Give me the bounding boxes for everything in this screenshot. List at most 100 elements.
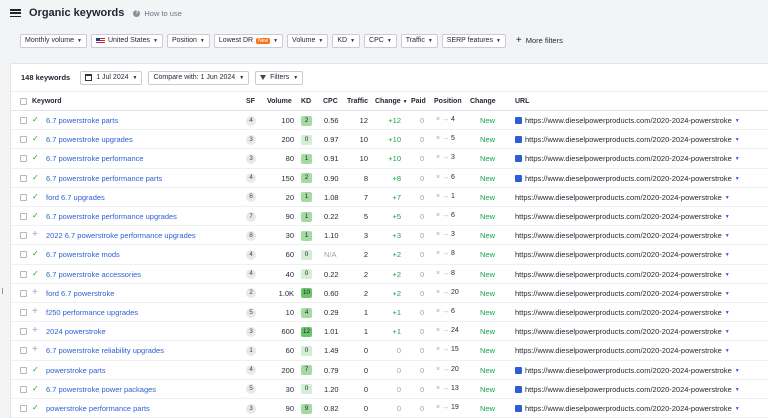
chevron-down-icon[interactable]: ▼ — [735, 137, 740, 143]
serp-features-count[interactable]: 4 — [246, 115, 256, 126]
checkmark-icon[interactable]: ✓ — [32, 115, 39, 124]
filter-chip[interactable]: Lowest DR New ▼ — [213, 33, 284, 48]
row-checkbox[interactable] — [20, 155, 27, 163]
keyword-link[interactable]: ford 6.7 upgrades — [46, 193, 105, 202]
serp-features-count[interactable]: 3 — [246, 153, 256, 164]
chevron-down-icon[interactable]: ▼ — [735, 156, 740, 162]
chevron-down-icon[interactable]: ▼ — [735, 368, 740, 374]
keyword-link[interactable]: 6.7 powerstroke mods — [46, 250, 120, 259]
serp-features-count[interactable]: 4 — [246, 365, 256, 376]
keyword-link[interactable]: 6.7 powerstroke accessories — [46, 270, 141, 279]
checkmark-icon[interactable]: ✓ — [32, 269, 39, 278]
url-link[interactable]: https://www.dieselpowerproducts.com/2020… — [515, 270, 730, 279]
url-link[interactable]: https://www.dieselpowerproducts.com/2020… — [515, 385, 740, 394]
filter-chip[interactable]: Position ▼ — [166, 33, 210, 48]
filter-chip[interactable]: KD ▼ — [332, 33, 361, 48]
url-link[interactable]: https://www.dieselpowerproducts.com/2020… — [515, 154, 740, 163]
col-traffic[interactable]: Traffic — [347, 98, 368, 105]
serp-features-count[interactable]: 4 — [246, 269, 256, 280]
chevron-down-icon[interactable]: ▼ — [725, 272, 730, 278]
add-icon[interactable]: + — [32, 287, 38, 298]
keyword-link[interactable]: powerstroke performance parts — [46, 404, 150, 413]
keyword-link[interactable]: 6.7 powerstroke power packages — [46, 385, 156, 394]
chevron-down-icon[interactable]: ▼ — [725, 195, 730, 201]
chevron-down-icon[interactable]: ▼ — [735, 176, 740, 182]
add-icon[interactable]: + — [32, 325, 38, 336]
checkmark-icon[interactable]: ✓ — [32, 365, 39, 374]
url-link[interactable]: https://www.dieselpowerproducts.com/2020… — [515, 174, 740, 183]
keyword-link[interactable]: f250 performance upgrades — [46, 308, 138, 317]
chevron-down-icon[interactable]: ▼ — [725, 252, 730, 258]
url-link[interactable]: https://www.dieselpowerproducts.com/2020… — [515, 346, 730, 355]
serp-features-count[interactable]: 6 — [246, 192, 256, 203]
serp-features-count[interactable]: 3 — [246, 134, 256, 145]
scroll-handle[interactable] — [2, 288, 3, 294]
col-position[interactable]: Position — [434, 98, 462, 105]
serp-features-count[interactable]: 4 — [246, 249, 256, 260]
chevron-down-icon[interactable]: ▼ — [725, 348, 730, 354]
row-checkbox[interactable] — [20, 136, 27, 144]
serp-features-count[interactable]: 3 — [246, 326, 256, 337]
chevron-down-icon[interactable]: ▼ — [725, 310, 730, 316]
col-cpc[interactable]: CPC — [323, 98, 338, 105]
row-checkbox[interactable] — [20, 366, 27, 374]
select-all-checkbox[interactable] — [20, 98, 27, 105]
checkmark-icon[interactable]: ✓ — [32, 173, 39, 182]
chevron-down-icon[interactable]: ▼ — [725, 214, 730, 220]
url-link[interactable]: https://www.dieselpowerproducts.com/2020… — [515, 366, 740, 375]
checkmark-icon[interactable]: ✓ — [32, 211, 39, 220]
filters-button[interactable]: Filters ▼ — [255, 70, 304, 85]
url-link[interactable]: https://www.dieselpowerproducts.com/2020… — [515, 404, 740, 413]
row-checkbox[interactable] — [20, 251, 27, 259]
serp-features-count[interactable]: 5 — [246, 384, 256, 395]
checkmark-icon[interactable]: ✓ — [32, 384, 39, 393]
col-url[interactable]: URL — [515, 98, 529, 105]
url-link[interactable]: https://www.dieselpowerproducts.com/2020… — [515, 327, 730, 336]
chevron-down-icon[interactable]: ▼ — [735, 406, 740, 412]
row-checkbox[interactable] — [20, 385, 27, 393]
keyword-link[interactable]: 6.7 powerstroke performance upgrades — [46, 212, 177, 221]
url-link[interactable]: https://www.dieselpowerproducts.com/2020… — [515, 231, 730, 240]
serp-features-count[interactable]: 1 — [246, 345, 256, 356]
col-volume[interactable]: Volume — [267, 98, 292, 105]
col-change-status[interactable]: Change — [470, 98, 496, 105]
col-change[interactable]: Change ▼ — [375, 98, 408, 105]
checkmark-icon[interactable]: ✓ — [32, 249, 39, 258]
col-sf[interactable]: SF — [246, 98, 255, 105]
url-link[interactable]: https://www.dieselpowerproducts.com/2020… — [515, 289, 730, 298]
add-icon[interactable]: + — [32, 344, 38, 355]
row-checkbox[interactable] — [20, 270, 27, 278]
row-checkbox[interactable] — [20, 309, 27, 316]
checkmark-icon[interactable]: ✓ — [32, 134, 39, 143]
chevron-down-icon[interactable]: ▼ — [735, 118, 740, 124]
filter-chip[interactable]: Traffic ▼ — [400, 33, 438, 48]
col-kd[interactable]: KD — [301, 98, 311, 105]
keyword-link[interactable]: 6.7 powerstroke upgrades — [46, 135, 133, 144]
filter-chip[interactable]: SERP features ▼ — [441, 33, 506, 48]
serp-features-count[interactable]: 7 — [246, 211, 256, 222]
keyword-link[interactable]: 6.7 powerstroke parts — [46, 116, 118, 125]
url-link[interactable]: https://www.dieselpowerproducts.com/2020… — [515, 116, 740, 125]
chevron-down-icon[interactable]: ▼ — [725, 233, 730, 239]
row-checkbox[interactable] — [20, 289, 27, 297]
serp-features-count[interactable]: 5 — [246, 307, 256, 318]
serp-features-count[interactable]: 3 — [246, 403, 256, 414]
chevron-down-icon[interactable]: ▼ — [735, 387, 740, 393]
add-icon[interactable]: + — [32, 306, 38, 317]
keyword-link[interactable]: 6.7 powerstroke performance — [46, 154, 144, 163]
keyword-link[interactable]: ford 6.7 powerstroke — [46, 289, 114, 298]
keyword-link[interactable]: 2024 powerstroke — [46, 327, 106, 336]
serp-features-count[interactable]: 4 — [246, 173, 256, 184]
checkmark-icon[interactable]: ✓ — [32, 192, 39, 201]
url-link[interactable]: https://www.dieselpowerproducts.com/2020… — [515, 250, 730, 259]
filter-chip[interactable]: United States ▼ — [90, 33, 163, 48]
filter-chip[interactable]: CPC ▼ — [364, 33, 397, 48]
keyword-link[interactable]: 6.7 powerstroke performance parts — [46, 174, 162, 183]
hamburger-menu-icon[interactable] — [10, 9, 21, 17]
keyword-link[interactable]: powerstroke parts — [46, 366, 106, 375]
url-link[interactable]: https://www.dieselpowerproducts.com/2020… — [515, 308, 730, 317]
filter-chip[interactable]: Volume ▼ — [287, 33, 329, 48]
chevron-down-icon[interactable]: ▼ — [725, 329, 730, 335]
row-checkbox[interactable] — [20, 213, 27, 220]
col-paid[interactable]: Paid — [411, 98, 426, 105]
